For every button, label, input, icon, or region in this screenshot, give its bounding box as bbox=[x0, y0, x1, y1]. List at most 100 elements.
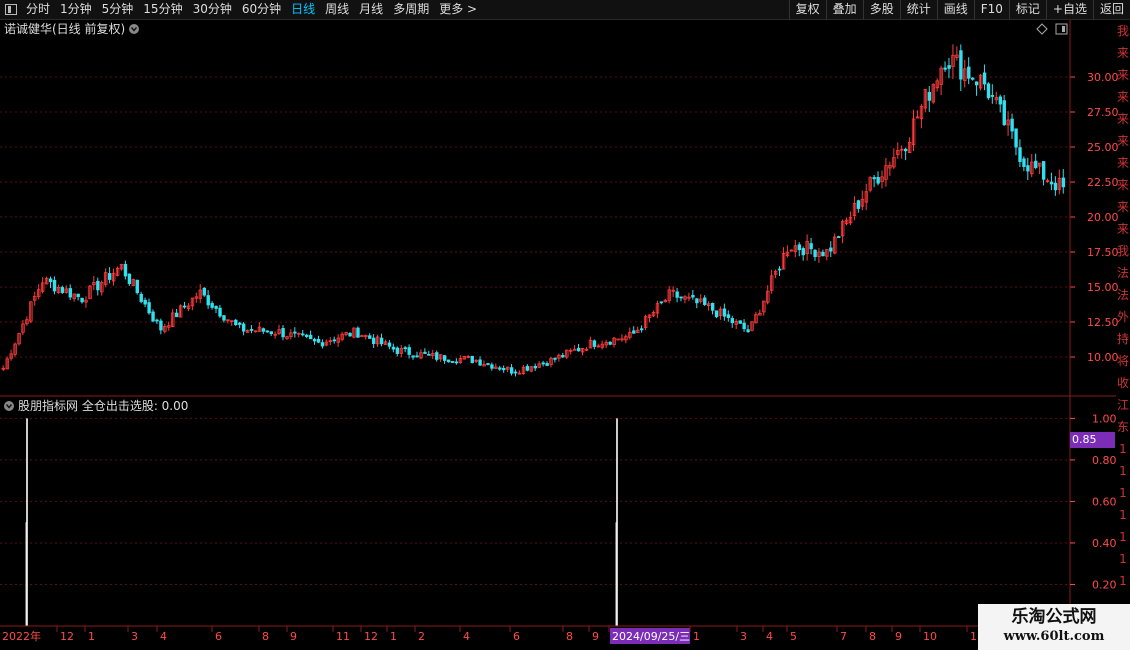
candle bbox=[714, 310, 719, 319]
toolbar-action-7[interactable]: +自选 bbox=[1045, 0, 1093, 19]
period-tab-6[interactable]: 日线 bbox=[286, 0, 320, 19]
candle bbox=[588, 336, 593, 349]
candle bbox=[915, 110, 920, 119]
candle bbox=[115, 266, 120, 277]
candle bbox=[844, 217, 849, 226]
candle bbox=[742, 319, 746, 332]
side-info-column: 我来来来来来来来来来我法法外持将收江东1111111 bbox=[1116, 20, 1130, 630]
candle bbox=[435, 350, 439, 362]
candle bbox=[108, 267, 112, 284]
candle bbox=[238, 321, 242, 329]
chevron-down-icon[interactable] bbox=[4, 401, 14, 411]
candle bbox=[226, 319, 230, 324]
period-tab-10[interactable]: 更多 > bbox=[434, 0, 482, 19]
candle bbox=[608, 341, 612, 346]
candle bbox=[750, 321, 754, 332]
candle bbox=[96, 277, 100, 296]
candle bbox=[939, 65, 943, 96]
candle bbox=[978, 73, 983, 91]
candle bbox=[730, 315, 735, 328]
toolbar-action-3[interactable]: 统计 bbox=[899, 0, 937, 19]
candle bbox=[640, 325, 644, 333]
candle bbox=[1034, 153, 1038, 170]
period-tab-7[interactable]: 周线 bbox=[320, 0, 354, 19]
toolbar-action-4[interactable]: 画线 bbox=[936, 0, 974, 19]
candle bbox=[955, 46, 959, 61]
candle bbox=[647, 314, 652, 323]
candle bbox=[202, 286, 206, 297]
period-tab-4[interactable]: 30分钟 bbox=[188, 0, 237, 19]
period-tab-9[interactable]: 多周期 bbox=[388, 0, 434, 19]
candle bbox=[663, 298, 668, 303]
stock-chart[interactable]: 30.00 27.50 25.00 22.50 20.00 17.50 15.00 12.50… bbox=[0, 20, 1130, 650]
x-tick-label: 10 bbox=[923, 630, 937, 643]
axes: 30.00 27.50 25.00 22.50 20.00 17.50 15.00 12.50… bbox=[0, 20, 1119, 644]
chevron-down-icon[interactable] bbox=[129, 24, 139, 34]
candle bbox=[982, 64, 987, 91]
candle bbox=[277, 324, 281, 336]
panel-toggle-icon[interactable] bbox=[1055, 23, 1068, 35]
candle bbox=[411, 355, 415, 360]
side-char: 1 bbox=[1119, 508, 1127, 522]
candle bbox=[466, 354, 471, 359]
period-tab-1[interactable]: 1分钟 bbox=[55, 0, 97, 19]
candle bbox=[474, 358, 478, 364]
period-tab-0[interactable]: 分时 bbox=[21, 0, 55, 19]
toolbar-action-1[interactable]: 叠加 bbox=[825, 0, 863, 19]
window-icon[interactable] bbox=[5, 4, 17, 15]
toolbar-action-6[interactable]: 标记 bbox=[1008, 0, 1046, 19]
period-tab-5[interactable]: 60分钟 bbox=[237, 0, 286, 19]
period-tab-2[interactable]: 5分钟 bbox=[97, 0, 139, 19]
toolbar-action-2[interactable]: 多股 bbox=[862, 0, 900, 19]
candlestick-series[interactable] bbox=[1, 44, 1066, 377]
watermark-title: 乐淘公式网 bbox=[1011, 607, 1097, 627]
candle bbox=[888, 161, 892, 176]
candle bbox=[182, 301, 187, 309]
period-tab-3[interactable]: 15分钟 bbox=[138, 0, 187, 19]
side-char: 来 bbox=[1116, 200, 1129, 214]
candle bbox=[974, 81, 979, 96]
candle bbox=[667, 285, 671, 304]
candle bbox=[281, 325, 285, 341]
candle bbox=[793, 240, 798, 258]
x-tick-label: 12 bbox=[60, 630, 74, 643]
y-tick-label: 17.50 bbox=[1087, 246, 1119, 259]
candle bbox=[935, 78, 939, 92]
candle bbox=[159, 318, 163, 335]
candle bbox=[1010, 113, 1014, 139]
candle bbox=[746, 324, 750, 333]
candle bbox=[1038, 162, 1042, 175]
x-tick-label: 11 bbox=[336, 630, 350, 643]
watermark: 乐淘公式网 www.60lt.com bbox=[978, 604, 1130, 650]
candle bbox=[651, 310, 656, 317]
candle bbox=[249, 325, 254, 334]
candle bbox=[596, 343, 601, 348]
x-tick-label: 1 bbox=[693, 630, 700, 643]
candle bbox=[5, 356, 9, 370]
candle bbox=[450, 361, 455, 363]
toolbar-action-5[interactable]: F10 bbox=[973, 0, 1009, 19]
side-char: 江 bbox=[1116, 398, 1129, 412]
candle bbox=[1061, 169, 1066, 194]
candle bbox=[533, 363, 537, 371]
candle bbox=[1057, 169, 1062, 195]
side-char: 来 bbox=[1116, 222, 1129, 236]
candle bbox=[33, 291, 37, 306]
period-tab-8[interactable]: 月线 bbox=[354, 0, 388, 19]
x-tick-label: 4 bbox=[463, 630, 470, 643]
candle bbox=[699, 294, 703, 304]
toolbar-action-8[interactable]: 返回 bbox=[1092, 0, 1130, 19]
candle bbox=[151, 309, 155, 323]
candle bbox=[907, 137, 912, 154]
candle bbox=[167, 321, 171, 331]
candle bbox=[986, 82, 991, 100]
candle bbox=[442, 355, 447, 364]
candle bbox=[864, 183, 869, 211]
x-tick-label: 8 bbox=[869, 630, 876, 643]
candle bbox=[691, 289, 695, 300]
toolbar-action-0[interactable]: 复权 bbox=[788, 0, 826, 19]
candle bbox=[348, 332, 352, 337]
candle bbox=[13, 342, 17, 357]
diamond-icon[interactable] bbox=[1036, 23, 1048, 35]
candle bbox=[143, 297, 147, 308]
